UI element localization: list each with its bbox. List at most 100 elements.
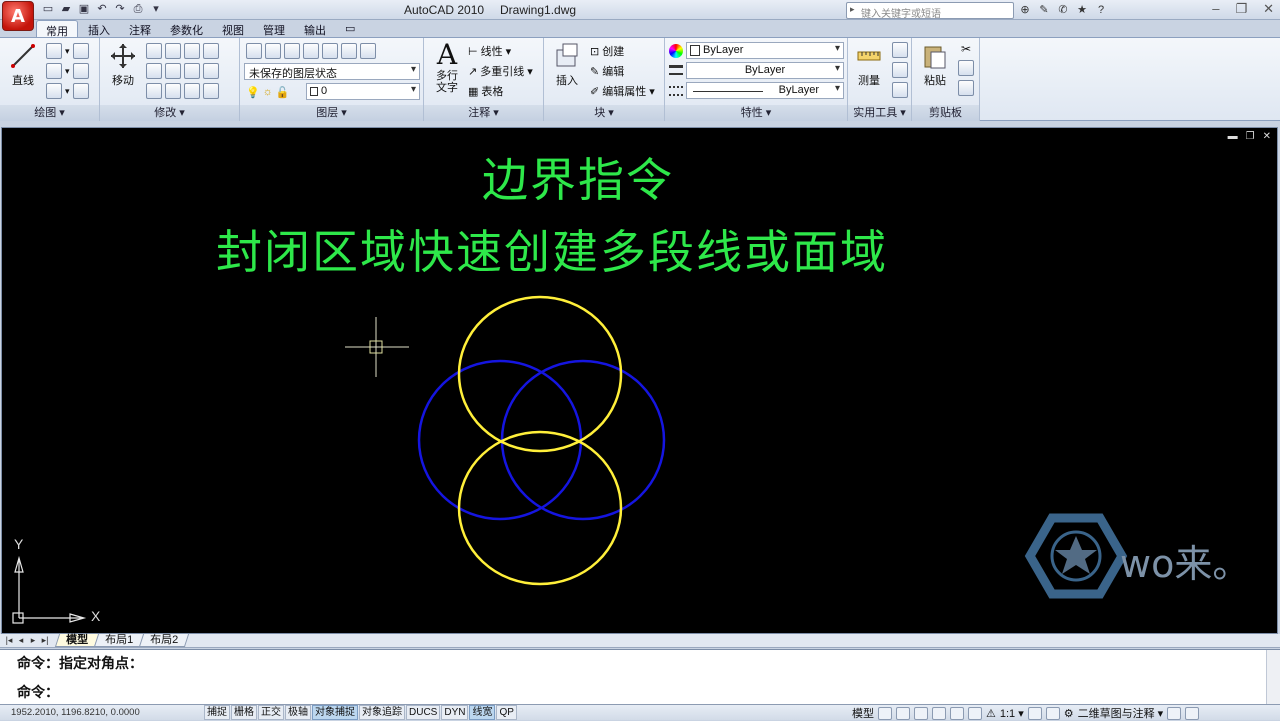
clean-screen-icon[interactable]	[1185, 706, 1200, 720]
qp-toggle[interactable]: QP	[496, 705, 517, 720]
qa-dropdown-icon[interactable]: ▾	[148, 2, 164, 17]
otrack-toggle[interactable]: 对象追踪	[359, 705, 405, 720]
linear-dim-row[interactable]: ⊢ 线性 ▾	[468, 42, 511, 60]
layer-match-icon[interactable]	[341, 43, 357, 59]
tab-parametric[interactable]: 参数化	[161, 20, 212, 37]
snap-toggle[interactable]: 捕捉	[204, 705, 230, 720]
utilities-panel-title[interactable]: 实用工具 ▾	[848, 105, 911, 121]
coordinate-readout[interactable]: 1952.2010, 1196.8210, 0.0000	[0, 707, 204, 718]
layer-isolate-icon[interactable]	[265, 43, 281, 59]
annotation-scale-select[interactable]: 1:1 ▾	[1000, 707, 1024, 720]
tab-model[interactable]: 模型	[54, 634, 100, 647]
stretch-icon[interactable]	[203, 63, 219, 79]
command-prompt[interactable]: 命令：	[17, 682, 59, 702]
workspace-select[interactable]: 二维草图与注释 ▾	[1078, 705, 1164, 721]
properties-panel-title[interactable]: 特性 ▾	[665, 105, 847, 121]
annotation-visibility-icon[interactable]	[1027, 706, 1042, 720]
offset-icon[interactable]	[184, 83, 200, 99]
measure-button[interactable]: 测量	[850, 42, 888, 88]
insert-block-button[interactable]: 插入	[548, 42, 586, 88]
move-button[interactable]: 移动	[104, 42, 142, 88]
layer-state-select[interactable]: 未保存的图层状态	[244, 63, 420, 80]
lineweight-toggle[interactable]: 线宽	[469, 705, 496, 720]
search-input[interactable]: 键入关键字或短语	[846, 2, 1014, 20]
break-icon[interactable]	[203, 83, 219, 99]
tab-output[interactable]: 输出	[295, 20, 335, 37]
calculator-icon[interactable]	[892, 82, 908, 98]
layer-lock-icon[interactable]	[322, 43, 338, 59]
arc-icon[interactable]	[72, 43, 89, 59]
polyline-icon[interactable]	[46, 43, 62, 59]
color-select[interactable]: ByLayer	[686, 42, 844, 59]
layer-off-icon[interactable]	[284, 43, 300, 59]
layer-select[interactable]: 0	[306, 83, 420, 100]
layer-freeze-icon[interactable]	[303, 43, 319, 59]
command-window[interactable]: 命令：指定对角点： 命令：	[0, 649, 1280, 704]
explode-icon[interactable]	[184, 63, 200, 79]
table-row[interactable]: ▦ 表格	[468, 82, 503, 100]
circle-icon[interactable]	[46, 63, 62, 79]
annotation-panel-title[interactable]: 注释 ▾	[424, 105, 543, 121]
tab-layout1[interactable]: 布局1	[93, 634, 145, 647]
draw-panel-title[interactable]: 绘图 ▾	[0, 105, 99, 121]
mtext-button[interactable]: A 多行 文字	[428, 40, 466, 95]
ellipse-icon[interactable]	[46, 83, 62, 99]
copy-clip-icon[interactable]	[958, 60, 974, 76]
layer-properties-icon[interactable]	[246, 43, 262, 59]
erase-icon[interactable]	[184, 43, 200, 59]
subscription-icon[interactable]: ✎	[1036, 2, 1052, 18]
drawing-canvas[interactable]: ▬ ❐ ✕ 边界指令 封闭区域快速创建多段线或面域 Y X wo来。	[1, 127, 1278, 634]
quick-select-icon[interactable]	[892, 42, 908, 58]
lineweight-select[interactable]: ByLayer	[686, 62, 844, 79]
tab-insert[interactable]: 插入	[79, 20, 119, 37]
redo-icon[interactable]: ↷	[112, 2, 128, 17]
zoom-icon[interactable]	[932, 706, 946, 720]
rotate-icon[interactable]	[146, 43, 162, 59]
paste-button[interactable]: 粘贴	[916, 42, 954, 88]
next-tab-icon[interactable]: ▸	[27, 635, 39, 646]
tab-home[interactable]: 常用	[36, 20, 78, 38]
showmotion-icon[interactable]	[968, 706, 982, 720]
tab-view[interactable]: 视图	[213, 20, 253, 37]
fillet-icon[interactable]	[165, 63, 181, 79]
array-icon[interactable]	[165, 83, 181, 99]
open-icon[interactable]: ▰	[58, 2, 74, 17]
mleader-row[interactable]: ↗ 多重引线 ▾	[468, 62, 533, 80]
tab-annotate[interactable]: 注释	[120, 20, 160, 37]
id-point-icon[interactable]	[892, 62, 908, 78]
layer-prev-icon[interactable]	[360, 43, 376, 59]
grid-toggle[interactable]: 栅格	[231, 705, 257, 720]
match-properties-icon[interactable]	[958, 80, 974, 96]
application-menu-button[interactable]: A	[2, 1, 34, 31]
command-scrollbar[interactable]	[1266, 650, 1280, 704]
cut-icon[interactable]: ✂	[961, 42, 971, 56]
copy-icon[interactable]	[203, 43, 219, 59]
last-tab-icon[interactable]: ▸|	[39, 635, 51, 646]
steering-wheel-icon[interactable]	[950, 706, 964, 720]
lock-toolbar-icon[interactable]	[1167, 706, 1182, 720]
favorites-star-icon[interactable]: ★	[1074, 2, 1090, 18]
edit-block-row[interactable]: ✎ 编辑	[590, 62, 624, 80]
communication-icon[interactable]: ✆	[1055, 2, 1071, 18]
help-icon[interactable]: ?	[1093, 2, 1109, 18]
modify-panel-title[interactable]: 修改 ▾	[100, 105, 239, 121]
dyn-toggle[interactable]: DYN	[441, 705, 469, 720]
close-icon[interactable]: ✕	[1263, 1, 1274, 17]
ortho-toggle[interactable]: 正交	[258, 705, 284, 720]
create-block-row[interactable]: ⊡ 创建	[590, 42, 624, 60]
restore-icon[interactable]: ❐	[1235, 1, 1247, 17]
linetype-select[interactable]: ByLayer	[686, 82, 844, 99]
prev-tab-icon[interactable]: ◂	[15, 635, 27, 646]
model-space-label[interactable]: 模型	[852, 705, 874, 721]
mirror-icon[interactable]	[146, 63, 162, 79]
scale-icon[interactable]	[146, 83, 162, 99]
layout-view-icon[interactable]	[878, 706, 892, 720]
trim-icon[interactable]	[165, 43, 181, 59]
tab-manage[interactable]: 管理	[254, 20, 294, 37]
undo-icon[interactable]: ↶	[94, 2, 110, 17]
layout-tab-icon[interactable]	[896, 706, 910, 720]
pan-icon[interactable]	[914, 706, 928, 720]
new-icon[interactable]: ▭	[40, 2, 56, 17]
plot-icon[interactable]: ⎙	[130, 2, 146, 17]
tab-layout2[interactable]: 布局2	[139, 634, 190, 647]
